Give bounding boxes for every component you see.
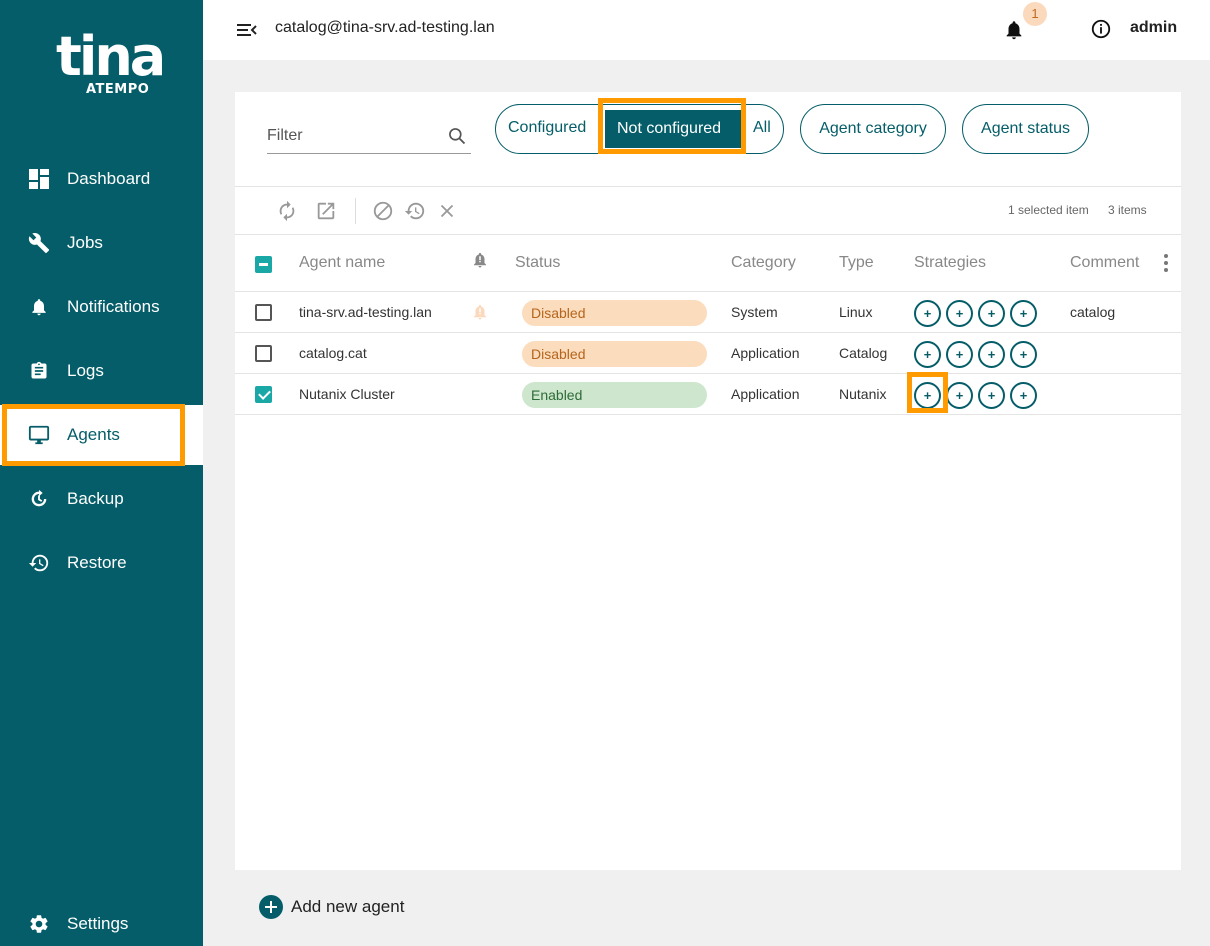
col-comment[interactable]: Comment [1070,254,1139,272]
logo-word: tina [56,25,166,88]
col-agent-name[interactable]: Agent name [299,254,385,272]
add-strategy-button[interactable]: + [978,341,1005,368]
notification-badge: 1 [1023,2,1047,26]
add-strategy-button[interactable]: + [1010,382,1037,409]
agent-category-filter[interactable]: Agent category [800,104,946,154]
add-strategy-button[interactable]: + [946,382,973,409]
segment-not-configured[interactable]: Not configured [605,110,741,148]
configuration-toggle: Configured Not configured All [495,104,784,154]
backup-icon [27,487,51,511]
monitor-icon [27,423,51,447]
selected-count: 1 selected item [1008,203,1089,217]
agent-name: Nutanix Cluster [299,386,395,402]
sidebar-item-label: Agents [67,425,120,444]
items-count: 3 items [1108,203,1147,217]
row-checkbox[interactable] [255,304,272,321]
sidebar-item-dashboard[interactable]: Dashboard [0,149,203,209]
history-icon[interactable] [404,200,428,224]
filter-field[interactable] [267,122,471,154]
col-strategies[interactable]: Strategies [914,254,986,272]
add-strategy-button[interactable]: + [1010,341,1037,368]
topbar: catalog@tina-srv.ad-testing.lan 1 admin [203,0,1210,60]
divider [235,186,1181,187]
agent-category: Application [731,345,800,361]
sidebar-item-notifications[interactable]: Notifications [0,277,203,337]
sidebar-item-restore[interactable]: Restore [0,533,203,593]
status-badge: Disabled [522,300,707,326]
table-row[interactable]: tina-srv.ad-testing.lan Disabled System … [235,292,1181,333]
open-external-icon[interactable] [315,200,339,224]
filter-input[interactable] [267,122,437,150]
agent-name: tina-srv.ad-testing.lan [299,304,432,320]
divider [235,234,1181,235]
alert-bell-icon [471,302,489,320]
status-badge: Disabled [522,341,707,367]
sidebar: tina ATEMPO Dashboard Jobs Notifications… [0,0,203,946]
notifications-bell-icon[interactable] [1003,18,1027,42]
row-checkbox[interactable] [255,386,272,403]
row-checkbox[interactable] [255,345,272,362]
refresh-icon[interactable] [276,200,300,224]
agents-card: Configured Not configured All Agent cate… [235,92,1181,870]
tina-logo: tina ATEMPO [56,25,166,114]
agent-comment: catalog [1070,304,1116,320]
gear-icon [27,912,51,936]
col-category[interactable]: Category [731,254,796,272]
agent-status-filter[interactable]: Agent status [962,104,1089,154]
col-type[interactable]: Type [839,254,874,272]
logo-sub: ATEMPO [86,82,150,97]
wrench-icon [27,231,51,255]
add-strategy-button[interactable]: + [1010,300,1037,327]
sidebar-item-label: Backup [67,489,124,508]
agent-category: System [731,304,778,320]
dashboard-icon [27,167,51,191]
agent-name: catalog.cat [299,345,367,361]
sidebar-item-label: Jobs [67,233,103,252]
sidebar-item-jobs[interactable]: Jobs [0,213,203,273]
sidebar-item-settings[interactable]: Settings [0,894,203,946]
host-label: catalog@tina-srv.ad-testing.lan [275,19,495,36]
clipboard-icon [27,359,51,383]
sidebar-item-label: Dashboard [67,169,151,188]
add-new-agent-button[interactable]: Add new agent [259,894,404,920]
info-icon[interactable] [1090,18,1114,42]
toolbar-divider [355,198,356,224]
sidebar-item-label: Logs [67,361,104,380]
column-menu-icon[interactable] [1159,252,1173,274]
agent-type: Nutanix [839,386,887,402]
add-strategy-button[interactable]: + [914,382,941,409]
select-all-checkbox[interactable] [255,256,272,273]
col-status[interactable]: Status [515,254,560,272]
add-new-agent-label: Add new agent [291,897,405,916]
alert-column-bell-icon [471,250,491,270]
bell-icon [27,295,51,319]
segment-configured[interactable]: Configured [508,119,586,137]
agent-type: Catalog [839,345,888,361]
search-icon[interactable] [447,126,469,148]
add-strategy-button[interactable]: + [946,341,973,368]
sidebar-item-agents[interactable]: Agents [0,405,203,465]
sidebar-item-backup[interactable]: Backup [0,469,203,529]
sidebar-item-logs[interactable]: Logs [0,341,203,401]
agent-category: Application [731,386,800,402]
add-strategy-button[interactable]: + [914,300,941,327]
add-strategy-button[interactable]: + [914,341,941,368]
menu-collapse-icon[interactable] [235,18,259,42]
add-circle-icon [259,895,283,919]
add-strategy-button[interactable]: + [978,300,1005,327]
status-badge: Enabled [522,382,707,408]
sidebar-item-label: Settings [67,914,129,933]
restore-icon [27,551,51,575]
agent-type: Linux [839,304,873,320]
add-strategy-button[interactable]: + [978,382,1005,409]
segment-all[interactable]: All [753,119,771,137]
table-row[interactable]: catalog.cat Disabled Application Catalog… [235,333,1181,374]
sidebar-item-label: Restore [67,553,127,572]
sidebar-item-label: Notifications [67,297,160,316]
table-row[interactable]: Nutanix Cluster Enabled Application Nuta… [235,374,1181,415]
user-menu[interactable]: admin [1130,19,1177,37]
add-strategy-button[interactable]: + [946,300,973,327]
close-icon[interactable] [436,200,460,224]
disable-icon[interactable] [372,200,396,224]
